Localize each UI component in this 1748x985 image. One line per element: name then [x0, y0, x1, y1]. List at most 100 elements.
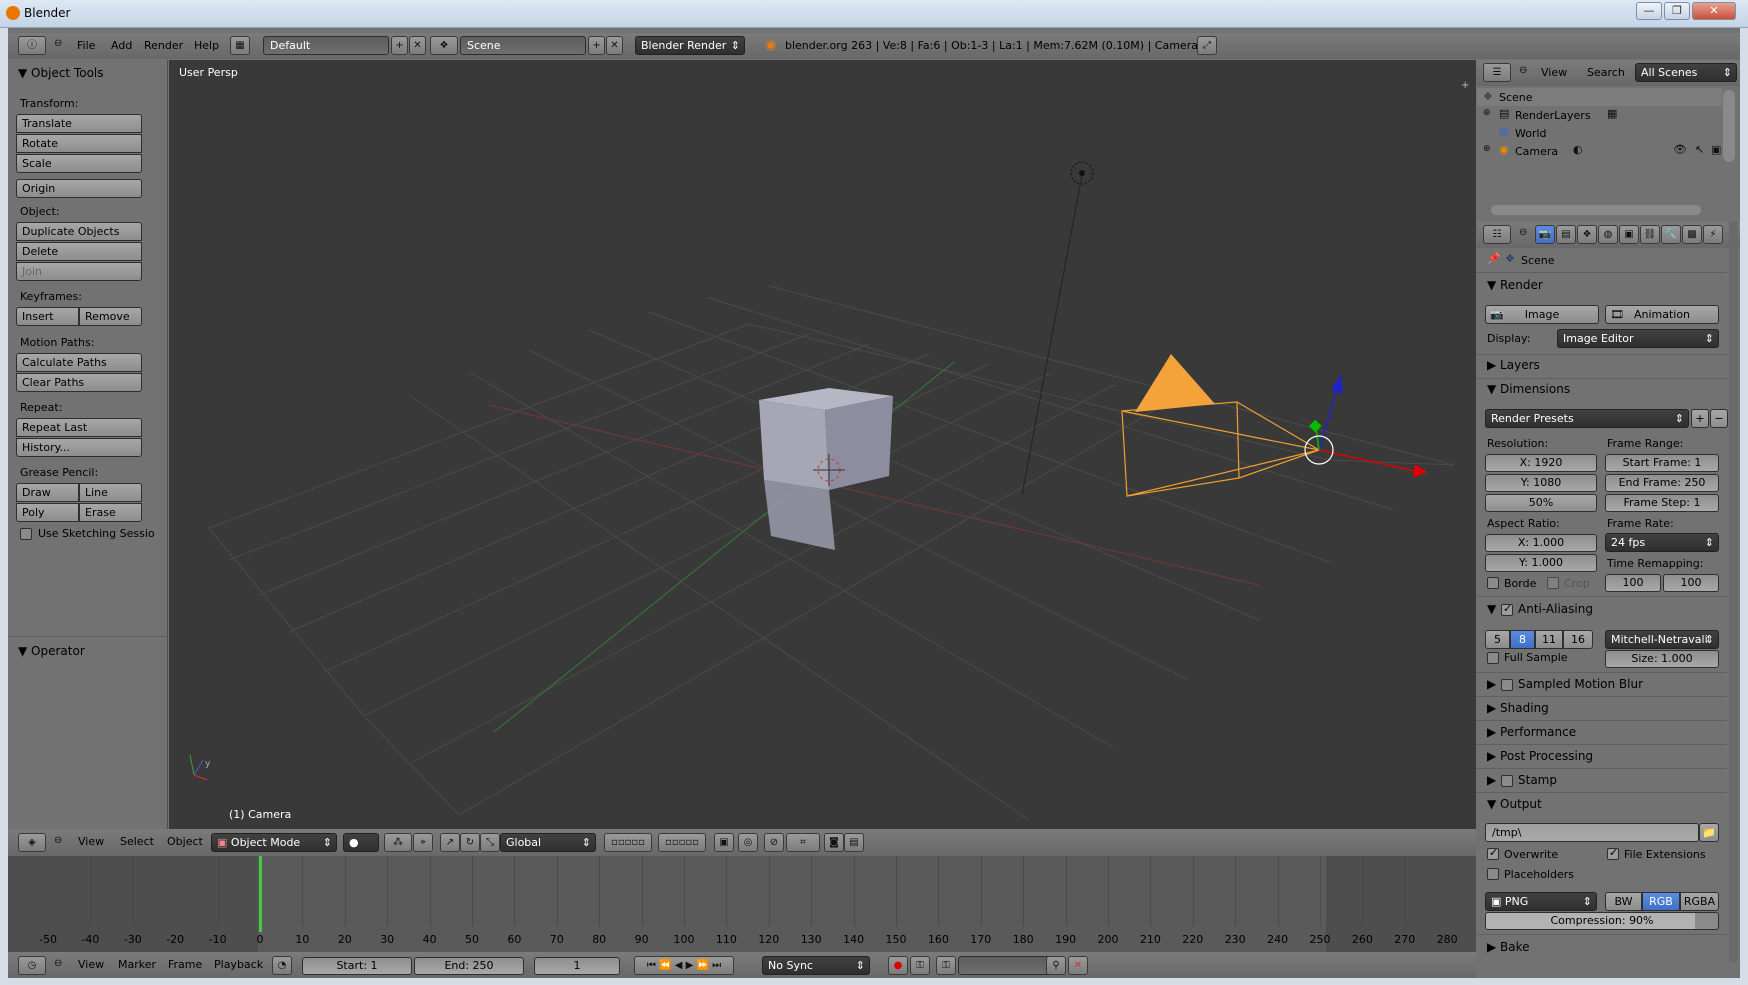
viewport-view-menu[interactable]: View	[78, 835, 104, 848]
resolution-percent-field[interactable]: 50%	[1485, 494, 1597, 512]
aa-size-field[interactable]: Size: 1.000	[1605, 650, 1719, 668]
keying-set-icon[interactable]: ⚿	[910, 956, 930, 975]
join-button[interactable]: Join	[16, 262, 142, 281]
insert-keyframe-icon[interactable]: ⚲	[1046, 956, 1066, 975]
texture-context-icon[interactable]: ▩	[1682, 225, 1702, 244]
post-processing-panel-header[interactable]: ▶ Post Processing	[1487, 749, 1593, 763]
crop-checkbox[interactable]	[1547, 577, 1559, 589]
time-remap-new-field[interactable]: 100	[1663, 574, 1719, 592]
grease-erase-button[interactable]: Erase	[79, 503, 142, 522]
render-layers-context-icon[interactable]: ▤	[1556, 225, 1576, 244]
bake-panel-header[interactable]: ▶ Bake	[1487, 940, 1530, 954]
outliner-search-menu[interactable]: Search	[1587, 66, 1625, 79]
collapse-menu-icon[interactable]: ⊖	[54, 38, 62, 49]
insert-keyframe-button[interactable]: Insert	[16, 307, 79, 326]
translate-button[interactable]: Translate	[16, 114, 142, 133]
expand-renderlayers-icon[interactable]: ⊕	[1483, 108, 1491, 118]
browse-output-icon[interactable]: 📁	[1699, 823, 1719, 842]
outliner-hscrollbar[interactable]	[1491, 205, 1701, 215]
current-frame-field[interactable]: 1	[534, 957, 620, 975]
snap-toggle-icon[interactable]: ⊘	[764, 833, 784, 852]
outliner-row-renderlayers[interactable]: ⊕ ▤ RenderLayers ▦	[1477, 106, 1722, 124]
visibility-eye-icon[interactable]: 👁	[1673, 143, 1687, 156]
proportional-edit-icon[interactable]: ◎	[738, 833, 758, 852]
modifiers-context-icon[interactable]: 🔧	[1661, 225, 1681, 244]
display-select[interactable]: Image Editor ⇕	[1557, 329, 1719, 348]
menu-add[interactable]: Add	[111, 39, 132, 52]
frame-rate-select[interactable]: 24 fps ⇕	[1605, 533, 1719, 552]
resolution-y-field[interactable]: Y: 1080	[1485, 474, 1597, 492]
outliner-filter-select[interactable]: All Scenes ⇕	[1635, 63, 1737, 82]
render-image-button[interactable]: 📷 Image	[1485, 305, 1599, 324]
playback-controls[interactable]: ⏮ ⏪ ◀ ▶ ⏩ ⏭	[634, 956, 734, 975]
rotate-button[interactable]: Rotate	[16, 134, 142, 153]
start-frame-field[interactable]: Start: 1	[302, 957, 412, 975]
scene-layers-grid-2[interactable]: ▫▫▫▫▫	[658, 833, 706, 852]
collapse-outliner-menu-icon[interactable]: ⊖	[1519, 65, 1527, 76]
start-frame-prop-field[interactable]: Start Frame: 1	[1605, 454, 1719, 472]
world-context-icon[interactable]: ◍	[1598, 225, 1618, 244]
editor-type-properties-icon[interactable]: ☷	[1483, 225, 1511, 244]
color-bw-button[interactable]: BW	[1605, 892, 1642, 911]
physics-context-icon[interactable]: ⚡	[1703, 225, 1723, 244]
viewport-object-menu[interactable]: Object	[167, 835, 203, 848]
minimize-button[interactable]: —	[1636, 2, 1662, 20]
delete-keyframe-icon[interactable]: ✕	[1068, 956, 1088, 975]
repeat-last-button[interactable]: Repeat Last	[16, 418, 142, 437]
layers-panel-header[interactable]: ▶ Layers	[1487, 358, 1540, 372]
scene-context-icon[interactable]: ❖	[1577, 225, 1597, 244]
end-frame-field[interactable]: End: 250	[414, 957, 524, 975]
viewport-shading-select[interactable]: ●	[343, 833, 379, 852]
timeline-playback-menu[interactable]: Playback	[214, 958, 263, 971]
sampled-motion-blur-panel-header[interactable]: ▶	[1487, 677, 1496, 691]
scene-icon[interactable]: ❖	[430, 36, 458, 55]
scene-layers-grid-1[interactable]: ▫▫▫▫▫	[604, 833, 652, 852]
outliner-row-camera[interactable]: ⊕ ◉ Camera ◐ 👁 ↖ ▣	[1477, 142, 1722, 160]
remove-scene-icon[interactable]: ✕	[606, 36, 623, 55]
outliner-row-scene[interactable]: ❖ Scene	[1477, 88, 1722, 106]
shading-panel-header[interactable]: ▶ Shading	[1487, 701, 1549, 715]
add-layout-icon[interactable]: +	[391, 36, 408, 55]
render-animation-icon[interactable]: ▤	[844, 833, 864, 852]
keying-set-field[interactable]	[958, 956, 1052, 975]
aa-samples-11[interactable]: 11	[1535, 630, 1563, 649]
render-context-icon[interactable]: 📷	[1535, 225, 1555, 244]
properties-scroll-track[interactable]	[1729, 222, 1738, 962]
outliner-vscrollbar[interactable]	[1723, 90, 1735, 162]
render-opengl-icon[interactable]: ◙	[824, 833, 844, 852]
history-button[interactable]: History...	[16, 438, 142, 457]
stamp-panel-header[interactable]: ▶	[1487, 773, 1496, 787]
object-tools-header[interactable]: ▼ Object Tools	[18, 66, 104, 80]
render-animation-button[interactable]: 🎞 Animation	[1605, 305, 1719, 324]
render-engine-select[interactable]: Blender Render ⇕	[635, 36, 745, 55]
current-frame-indicator[interactable]	[259, 856, 262, 932]
object-mode-select[interactable]: ▣ Object Mode ⇕	[211, 833, 337, 852]
viewport-select-menu[interactable]: Select	[120, 835, 154, 848]
renderability-camera-icon[interactable]: ▣	[1711, 143, 1721, 156]
grease-line-button[interactable]: Line	[79, 483, 142, 502]
timeline-frame-menu[interactable]: Frame	[168, 958, 202, 971]
snap-element-icon[interactable]: ⌗	[786, 833, 820, 852]
viewport-properties-toggle-icon[interactable]: +	[1461, 80, 1469, 91]
layout-field[interactable]: Default	[263, 36, 389, 55]
sync-mode-select[interactable]: No Sync ⇕	[762, 956, 870, 975]
outliner-row-world[interactable]: ◍ World	[1477, 124, 1722, 142]
anti-aliasing-checkbox[interactable]	[1501, 602, 1513, 616]
clear-paths-button[interactable]: Clear Paths	[16, 373, 142, 392]
aa-samples-8[interactable]: 8	[1510, 630, 1535, 649]
screen-layout-icon[interactable]: ▦	[230, 36, 250, 55]
stamp-checkbox[interactable]	[1501, 775, 1513, 787]
3d-viewport[interactable]: User Persp y + (1) Camera	[169, 60, 1476, 829]
anti-aliasing-panel-header[interactable]: ▼	[1487, 602, 1496, 616]
color-rgb-button[interactable]: RGB	[1642, 892, 1680, 911]
placeholders-checkbox[interactable]	[1487, 868, 1499, 880]
frame-step-field[interactable]: Frame Step: 1	[1605, 494, 1719, 512]
active-keying-set-icon[interactable]: ⚿	[936, 956, 956, 975]
operator-panel-header[interactable]: ▼ Operator	[18, 644, 85, 658]
grease-poly-button[interactable]: Poly	[16, 503, 79, 522]
grease-draw-button[interactable]: Draw	[16, 483, 79, 502]
end-frame-prop-field[interactable]: End Frame: 250	[1605, 474, 1719, 492]
output-panel-header[interactable]: ▼ Output	[1487, 797, 1542, 811]
preview-range-icon[interactable]: ◔	[272, 956, 292, 975]
timeline-marker-menu[interactable]: Marker	[118, 958, 156, 971]
